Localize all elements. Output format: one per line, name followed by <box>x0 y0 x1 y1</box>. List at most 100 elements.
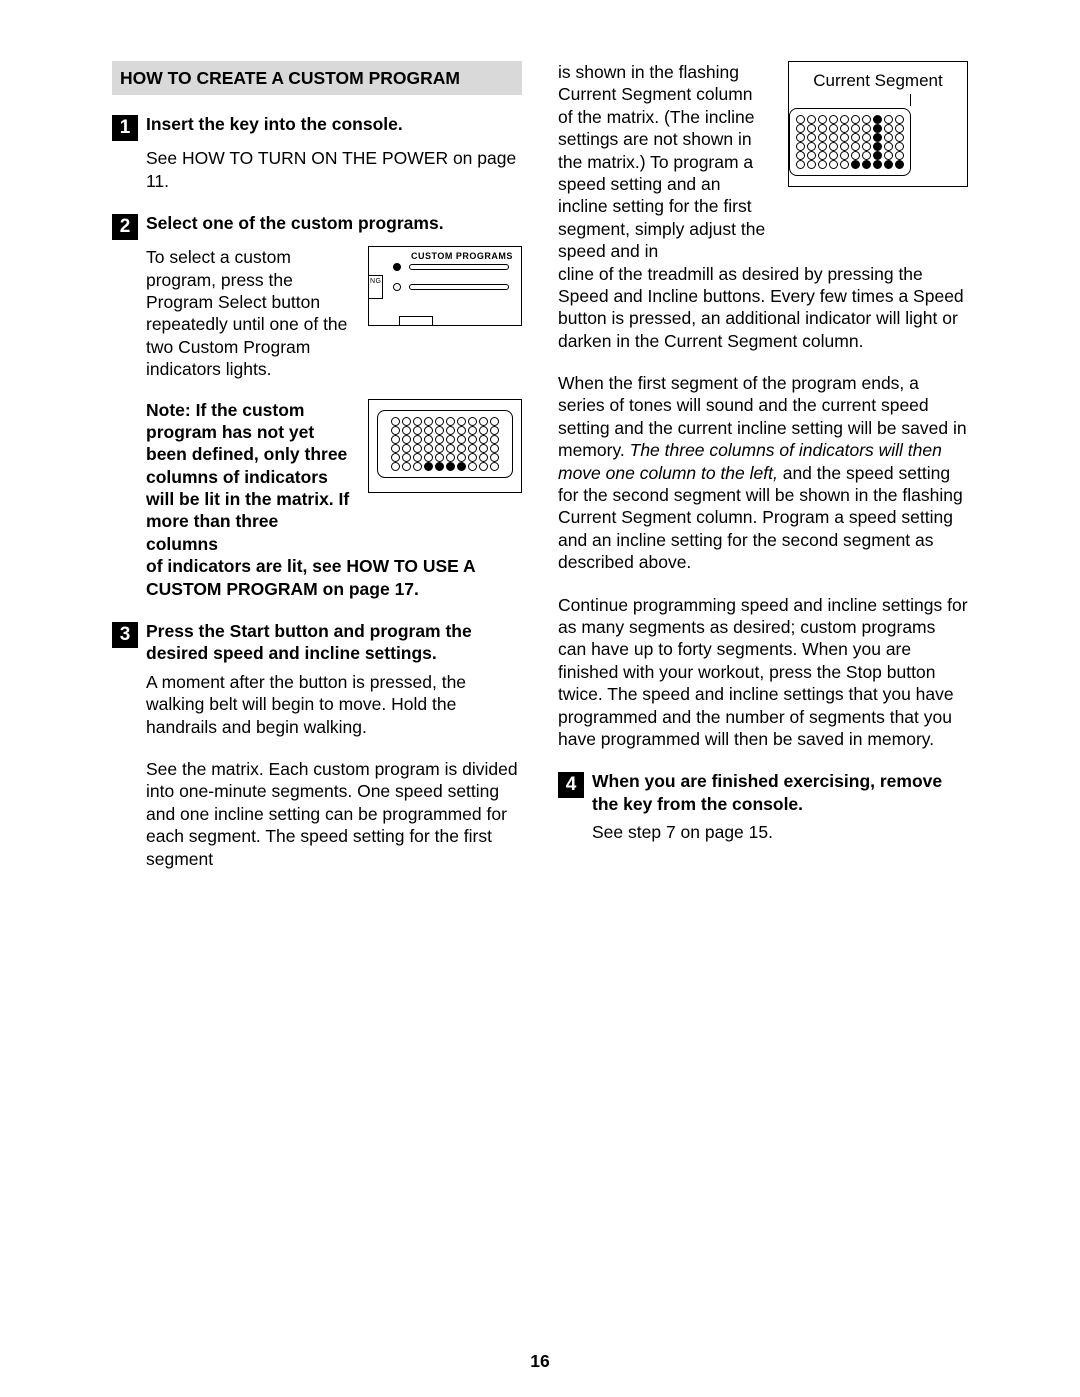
matrix-dot <box>818 142 827 151</box>
matrix-dot <box>807 151 816 160</box>
step-1-body: See HOW TO TURN ON THE POWER on page 11. <box>146 147 522 192</box>
matrix-dot <box>807 142 816 151</box>
matrix-dot <box>457 462 466 471</box>
matrix-dot <box>435 462 444 471</box>
matrix-dot <box>862 160 871 169</box>
matrix-dot <box>391 417 400 426</box>
matrix-dot <box>490 417 499 426</box>
step-3-p2: See the matrix. Each custom program is d… <box>146 758 522 870</box>
matrix-dot <box>895 151 904 160</box>
custom-programs-panel-illustration: CUSTOM PROGRAMS NG <box>368 246 522 326</box>
matrix-dot <box>851 160 860 169</box>
matrix-dot <box>468 426 477 435</box>
matrix-dot <box>862 133 871 142</box>
matrix-dot <box>446 426 455 435</box>
matrix-dot <box>424 453 433 462</box>
right-p3: Continue programming speed and incline s… <box>558 594 968 751</box>
step-2-header: 2 Select one of the custom programs. <box>112 212 522 240</box>
indicator-dot-empty <box>393 283 401 291</box>
matrix-dot <box>468 462 477 471</box>
matrix-dot <box>479 435 488 444</box>
matrix-dot <box>413 417 422 426</box>
matrix-dot <box>413 435 422 444</box>
matrix-dot <box>884 151 893 160</box>
matrix-dot <box>796 124 805 133</box>
matrix-dot <box>446 435 455 444</box>
matrix-dot <box>818 151 827 160</box>
matrix-dot <box>884 142 893 151</box>
step-3-body: A moment after the button is pressed, th… <box>146 671 522 870</box>
panel-label: CUSTOM PROGRAMS <box>411 251 513 263</box>
matrix-dot <box>884 115 893 124</box>
matrix-dot <box>457 417 466 426</box>
current-segment-pointer <box>910 94 911 106</box>
matrix-dot <box>851 124 860 133</box>
right-p1a: is shown in the flashing Current Segment… <box>558 61 768 263</box>
matrix-dot <box>424 426 433 435</box>
matrix-dot <box>446 462 455 471</box>
step-3-number: 3 <box>112 622 138 648</box>
matrix-dot <box>424 435 433 444</box>
step-4-body: See step 7 on page 15. <box>592 821 968 843</box>
step-2-select-text: To select a custom program, press the Pr… <box>146 246 354 380</box>
matrix-dot <box>873 142 882 151</box>
matrix-dot <box>479 453 488 462</box>
matrix-dot <box>391 444 400 453</box>
matrix-dot <box>807 133 816 142</box>
matrix-dot <box>435 435 444 444</box>
matrix-dot <box>457 453 466 462</box>
matrix-dot <box>818 115 827 124</box>
section-title: HOW TO CREATE A CUSTOM PROGRAM <box>112 61 522 95</box>
matrix-dot <box>829 124 838 133</box>
current-segment-figure: Current Segment <box>788 61 968 187</box>
matrix-dot <box>884 133 893 142</box>
matrix-dot <box>479 426 488 435</box>
matrix-dot <box>862 115 871 124</box>
step-4-header: 4 When you are finished exercising, remo… <box>558 770 968 815</box>
matrix-dot <box>424 444 433 453</box>
page-number: 16 <box>0 1351 1080 1372</box>
step-2-note-text-top: Note: If the custom program has not yet … <box>146 399 354 556</box>
matrix-dot <box>413 453 422 462</box>
step-2-number: 2 <box>112 214 138 240</box>
matrix-dot <box>862 142 871 151</box>
matrix-dot <box>851 133 860 142</box>
right-column: is shown in the flashing Current Segment… <box>558 61 968 890</box>
matrix-dot <box>413 426 422 435</box>
matrix-dot <box>435 453 444 462</box>
panel-side-label: NG <box>369 275 383 299</box>
program-slot-2 <box>409 284 509 290</box>
matrix-dot <box>391 453 400 462</box>
indicator-dot-filled <box>393 263 401 271</box>
matrix-dot <box>895 115 904 124</box>
matrix-dot <box>851 151 860 160</box>
left-column: HOW TO CREATE A CUSTOM PROGRAM 1 Insert … <box>112 61 522 890</box>
matrix-dot <box>468 435 477 444</box>
matrix-dot <box>873 133 882 142</box>
program-slot-1 <box>409 264 509 270</box>
matrix-dot <box>479 462 488 471</box>
matrix-dot <box>829 115 838 124</box>
matrix-dot <box>895 124 904 133</box>
matrix-dot <box>446 444 455 453</box>
panel-bottom-piece <box>399 316 433 326</box>
matrix-dot <box>457 426 466 435</box>
matrix-dot <box>391 435 400 444</box>
step-1-title: Insert the key into the console. <box>146 113 403 135</box>
matrix-dot <box>884 160 893 169</box>
matrix-dot <box>796 133 805 142</box>
matrix-illustration-left <box>368 399 522 493</box>
matrix-dot <box>807 160 816 169</box>
matrix-dot <box>840 124 849 133</box>
matrix-dot <box>829 133 838 142</box>
matrix-dot <box>895 142 904 151</box>
matrix-dot <box>796 151 805 160</box>
matrix-dot <box>413 462 422 471</box>
matrix-dot <box>840 115 849 124</box>
matrix-dot <box>391 462 400 471</box>
step-2-note-text-bottom: of indicators are lit, see HOW TO USE A … <box>146 555 522 600</box>
matrix-dot <box>402 426 411 435</box>
matrix-dot <box>435 417 444 426</box>
step-4-number: 4 <box>558 772 584 798</box>
matrix-dot <box>413 444 422 453</box>
